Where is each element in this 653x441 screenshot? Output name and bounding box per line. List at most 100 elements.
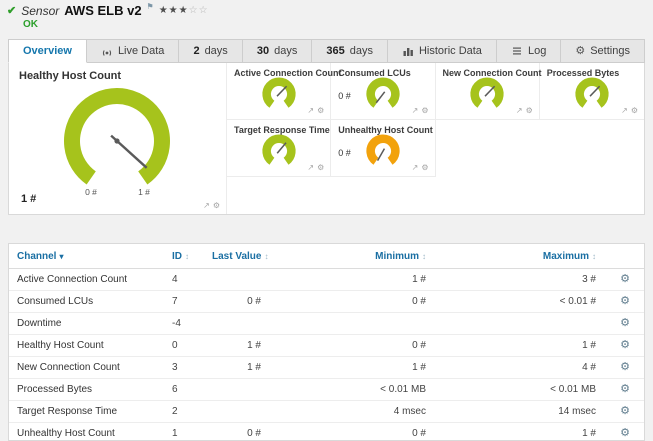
live-data-icon [101,45,113,57]
col-header-actions [604,244,644,269]
gauge-expand-icon[interactable]: ↗ [412,164,419,172]
mini-gauge-target-response-time[interactable]: Target Response Time ↗ ⚙ [227,120,332,177]
mini-gauge-active-connection-count[interactable]: Active Connection Count ↗ ⚙ [227,63,342,120]
gauge-settings-icon[interactable]: ⚙ [631,107,638,115]
gauge-min-label: 0 # [85,187,97,197]
channel-maximum: < 0.01 # [434,290,604,313]
gauge-settings-icon[interactable]: ⚙ [526,107,533,115]
channel-last-value: 1 # [204,356,269,379]
tab-365-days[interactable]: 365 days [312,39,388,63]
log-icon [511,45,523,57]
mini-gauge-unhealthy-host-count[interactable]: Unhealthy Host Count 0 # ↗ ⚙ [331,120,436,177]
mini-gauge-new-connection-count[interactable]: New Connection Count ↗ ⚙ [435,63,542,120]
gauge-expand-icon[interactable]: ↗ [516,107,523,115]
historic-data-icon [402,45,414,57]
tab-settings[interactable]: ⚙ Settings [561,39,645,63]
sort-icon: ↕ [264,252,269,261]
channel-settings-icon[interactable]: ⚙ [620,295,630,307]
mini-gauge-consumed-lcus[interactable]: Consumed LCUs 0 # ↗ ⚙ [331,63,436,120]
channel-settings-icon[interactable]: ⚙ [620,361,630,373]
channel-minimum: 1 # [269,268,434,291]
channel-minimum [269,312,434,335]
channel-settings-icon[interactable]: ⚙ [620,405,630,417]
table-row: Unhealthy Host Count 1 0 # 0 # 1 # ⚙ [9,422,644,440]
gauge-actions: ↗ ⚙ [412,107,429,115]
channel-name: Active Connection Count [9,268,164,291]
gauge-expand-icon[interactable]: ↗ [307,107,314,115]
col-header-last-value[interactable]: Last Value ↕ [204,244,269,269]
sensor-tabbar: Overview Live Data 2 days 30 days 365 da… [8,39,645,63]
tab-30-days-number: 30 [256,45,270,57]
priority-flag-icon: ⚑ [146,2,154,11]
channel-id: 1 [164,422,204,440]
channel-minimum: 1 # [269,356,434,379]
channel-id: -4 [164,312,204,335]
tab-2-days[interactable]: 2 days [179,39,243,63]
col-header-maximum[interactable]: Maximum ↕ [434,244,604,269]
gauge-dial [575,77,609,108]
channel-table-panel: Channel ▾ ID ↕ Last Value ↕ Minimum ↕ Maximu… [8,243,645,441]
channel-id: 0 [164,334,204,357]
tab-overview[interactable]: Overview [8,39,87,63]
tab-overview-label: Overview [23,45,72,57]
gauge-dial [366,77,400,108]
channel-maximum: 14 msec [434,400,604,423]
tab-30-days[interactable]: 30 days [242,39,313,63]
channel-table: Channel ▾ ID ↕ Last Value ↕ Minimum ↕ Maximu… [9,244,644,440]
gauge-settings-icon[interactable]: ⚙ [317,107,324,115]
empty-grid-cell [436,120,540,177]
gauge-actions: ↗ ⚙ [307,107,324,115]
tab-settings-label: Settings [590,45,630,57]
sort-desc-icon: ▾ [59,252,64,261]
tab-historic-data[interactable]: Historic Data [387,39,497,63]
gauge-settings-icon[interactable]: ⚙ [213,202,220,210]
gauge-expand-icon[interactable]: ↗ [621,107,628,115]
tab-30-days-label: days [274,45,298,57]
settings-gear-icon: ⚙ [575,44,586,57]
col-header-id[interactable]: ID ↕ [164,244,204,269]
channel-minimum: < 0.01 MB [269,378,434,401]
gauge-settings-icon[interactable]: ⚙ [421,164,428,172]
col-header-channel[interactable]: Channel ▾ [9,244,164,269]
gauge-max-label: 1 # [138,187,150,197]
table-row: Processed Bytes 6 < 0.01 MB < 0.01 MB ⚙ [9,378,644,401]
stars-filled: ★★★ [158,5,189,16]
channel-settings-icon[interactable]: ⚙ [620,383,630,395]
channel-last-value [204,312,269,335]
sensor-header: ✔ Sensor AWS ELB v2 ⚑ ★★★☆☆ [7,2,209,18]
channel-last-value [204,268,269,291]
channel-maximum: < 0.01 MB [434,378,604,401]
tab-log-label: Log [527,45,547,57]
channel-settings-icon[interactable]: ⚙ [620,317,630,329]
channel-id: 7 [164,290,204,313]
tab-log[interactable]: Log [496,39,562,63]
channel-settings-icon[interactable]: ⚙ [620,427,630,439]
tab-historic-data-label: Historic Data [418,45,482,57]
gauge-actions: ↗ ⚙ [516,107,533,115]
channel-settings-icon[interactable]: ⚙ [620,273,630,285]
table-row: New Connection Count 3 1 # 1 # 4 # ⚙ [9,356,644,379]
col-header-minimum[interactable]: Minimum ↕ [269,244,434,269]
mini-gauge-processed-bytes[interactable]: Processed Bytes ↗ ⚙ [539,63,644,120]
tab-live-data[interactable]: Live Data [86,39,180,63]
channel-name: Healthy Host Count [9,334,164,357]
channel-maximum [434,312,604,335]
sort-icon: ↕ [185,252,189,261]
tab-365-days-label: days [349,45,373,57]
table-header-row: Channel ▾ ID ↕ Last Value ↕ Minimum ↕ Maximu… [9,244,644,269]
channel-settings-icon[interactable]: ⚙ [620,339,630,351]
mini-gauge-grid: Active Connection Count ↗ ⚙ Consumed LCU… [227,63,644,214]
channel-id: 6 [164,378,204,401]
gauge-settings-icon[interactable]: ⚙ [317,164,324,172]
channel-name: Consumed LCUs [9,290,164,313]
gauge-expand-icon[interactable]: ↗ [203,202,210,210]
tab-2-days-label: days [204,45,228,57]
gauge-expand-icon[interactable]: ↗ [307,164,314,172]
gauge-settings-icon[interactable]: ⚙ [421,107,428,115]
channel-last-value: 0 # [204,290,269,313]
priority-stars[interactable]: ★★★☆☆ [159,5,209,16]
sensor-title: AWS ELB v2 [64,3,142,18]
gauge-expand-icon[interactable]: ↗ [412,107,419,115]
primary-channel-gauge[interactable]: Healthy Host Count 0 # 1 # 1 # ↗ ⚙ [9,63,227,214]
object-kind-label: Sensor [21,3,60,18]
